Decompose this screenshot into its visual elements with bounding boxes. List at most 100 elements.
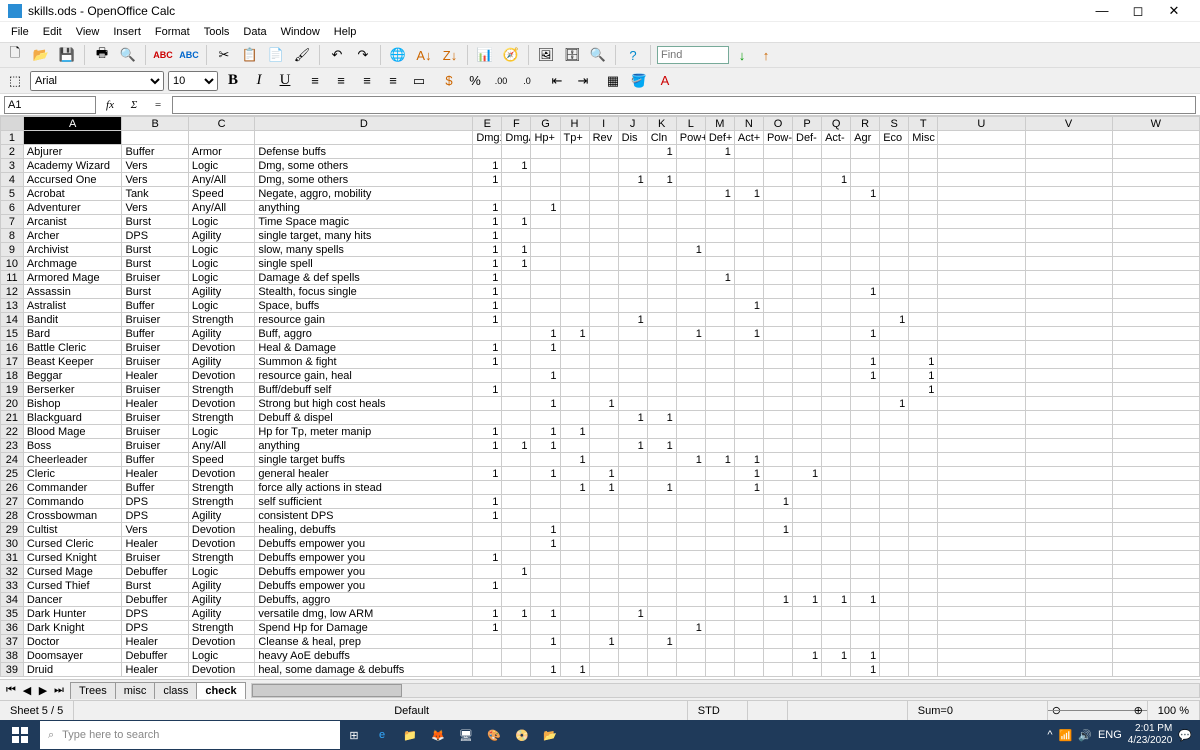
cell[interactable]: 1 [531, 537, 560, 551]
cell[interactable] [560, 271, 589, 285]
cell[interactable] [734, 341, 763, 355]
col-header-F[interactable]: F [502, 117, 531, 131]
cell[interactable]: Bruiser [122, 383, 188, 397]
cell[interactable] [1112, 369, 1199, 383]
menu-help[interactable]: Help [327, 24, 364, 40]
cell[interactable] [763, 607, 792, 621]
cell[interactable] [909, 397, 938, 411]
cell[interactable]: 1 [763, 495, 792, 509]
cell[interactable] [793, 509, 822, 523]
cell[interactable]: Vers [122, 159, 188, 173]
cell[interactable]: Astralist [23, 299, 122, 313]
cell[interactable] [938, 383, 1025, 397]
cell[interactable] [938, 243, 1025, 257]
cell[interactable]: 1 [705, 145, 734, 159]
cell[interactable] [676, 425, 705, 439]
cell[interactable] [502, 467, 531, 481]
cell[interactable]: Cultist [23, 523, 122, 537]
cell[interactable] [938, 285, 1025, 299]
cell[interactable]: 1 [851, 187, 880, 201]
cell[interactable]: Healer [122, 537, 188, 551]
cell[interactable] [909, 313, 938, 327]
cell[interactable]: Tank [122, 187, 188, 201]
cell[interactable]: Burst [122, 215, 188, 229]
cell[interactable] [502, 355, 531, 369]
cell[interactable] [531, 299, 560, 313]
cell[interactable]: 1 [473, 467, 502, 481]
cell[interactable] [851, 257, 880, 271]
cell[interactable] [1112, 481, 1199, 495]
function-wizard-icon[interactable]: fx [100, 96, 120, 114]
cell[interactable] [909, 635, 938, 649]
taskview-icon[interactable]: ⊞ [340, 720, 368, 750]
cell[interactable] [763, 453, 792, 467]
cell[interactable] [502, 327, 531, 341]
cell[interactable] [938, 159, 1025, 173]
cell[interactable] [938, 355, 1025, 369]
cell[interactable] [734, 369, 763, 383]
cell[interactable]: versatile dmg, low ARM [255, 607, 473, 621]
cell[interactable] [909, 215, 938, 229]
cell[interactable] [589, 663, 618, 677]
row-header[interactable]: 35 [1, 607, 24, 621]
cell[interactable] [793, 537, 822, 551]
cell[interactable] [618, 663, 647, 677]
cell[interactable] [793, 663, 822, 677]
horizontal-scrollbar[interactable] [251, 683, 1200, 698]
cell[interactable]: Debuffs empower you [255, 551, 473, 565]
cell[interactable] [473, 635, 502, 649]
cell[interactable] [822, 551, 851, 565]
cell[interactable]: 1 [473, 285, 502, 299]
cell[interactable] [647, 201, 676, 215]
cell[interactable]: 1 [793, 467, 822, 481]
cell[interactable]: 1 [734, 327, 763, 341]
cell[interactable]: Misc [909, 131, 938, 145]
cell[interactable]: 1 [531, 201, 560, 215]
cell[interactable] [1025, 229, 1112, 243]
cell[interactable] [1025, 425, 1112, 439]
cell[interactable] [763, 411, 792, 425]
cell[interactable] [793, 523, 822, 537]
cell[interactable] [851, 229, 880, 243]
cell[interactable]: Devotion [188, 397, 254, 411]
cell[interactable] [502, 145, 531, 159]
cell[interactable]: Devotion [188, 635, 254, 649]
cell[interactable]: Armor [188, 145, 254, 159]
cell[interactable]: Cursed Thief [23, 579, 122, 593]
cell[interactable] [763, 439, 792, 453]
cell[interactable] [763, 509, 792, 523]
row-header[interactable]: 17 [1, 355, 24, 369]
cell[interactable] [1025, 509, 1112, 523]
cell[interactable]: Vers [122, 201, 188, 215]
cell[interactable]: Debuffs, aggro [255, 593, 473, 607]
cell[interactable] [618, 271, 647, 285]
cell[interactable] [647, 397, 676, 411]
cell[interactable]: 1 [647, 173, 676, 187]
increase-indent-icon[interactable]: ⇥ [572, 70, 594, 92]
row-header[interactable]: 25 [1, 467, 24, 481]
cell[interactable] [880, 635, 909, 649]
cell[interactable] [618, 397, 647, 411]
cell[interactable] [1025, 201, 1112, 215]
cell[interactable] [880, 327, 909, 341]
cell[interactable]: Def- [793, 131, 822, 145]
cell[interactable]: Bishop [23, 397, 122, 411]
col-header-K[interactable]: K [647, 117, 676, 131]
save-icon[interactable]: 💾 [56, 44, 78, 66]
cell[interactable] [618, 229, 647, 243]
cell[interactable] [676, 411, 705, 425]
cell[interactable]: 1 [763, 593, 792, 607]
cell[interactable]: 1 [589, 397, 618, 411]
row-header[interactable]: 16 [1, 341, 24, 355]
cell[interactable] [1112, 579, 1199, 593]
cell[interactable] [734, 257, 763, 271]
cell[interactable]: Bard [23, 327, 122, 341]
cell[interactable]: Devotion [188, 523, 254, 537]
cell[interactable] [938, 593, 1025, 607]
cell[interactable] [1112, 523, 1199, 537]
cell[interactable]: 1 [647, 635, 676, 649]
cell[interactable] [822, 271, 851, 285]
cell[interactable] [676, 257, 705, 271]
cell[interactable]: Dark Knight [23, 621, 122, 635]
cell[interactable]: Dmg1 [473, 131, 502, 145]
